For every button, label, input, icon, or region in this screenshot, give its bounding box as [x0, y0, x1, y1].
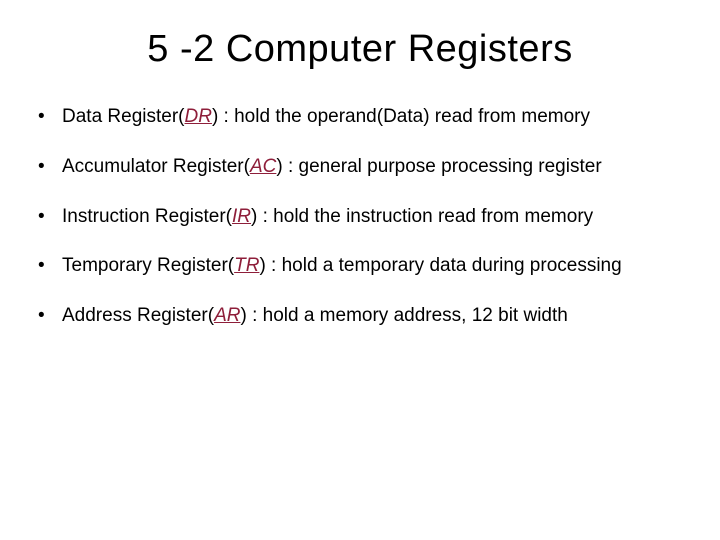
- bullet-pre: Address Register(: [62, 305, 214, 326]
- bullet-text: Data Register(DR) : hold the operand(Dat…: [62, 105, 684, 129]
- bullet-pre: Data Register(: [62, 106, 185, 127]
- list-item: • Accumulator Register(AC) : general pur…: [36, 155, 684, 179]
- bullet-text: Instruction Register(IR) : hold the inst…: [62, 205, 684, 229]
- register-abbr: AR: [214, 305, 240, 326]
- register-abbr: DR: [185, 106, 212, 127]
- bullet-pre: Accumulator Register(: [62, 156, 250, 177]
- list-item: • Temporary Register(TR) : hold a tempor…: [36, 254, 684, 278]
- list-item: • Address Register(AR) : hold a memory a…: [36, 304, 684, 328]
- bullet-pre: Temporary Register(: [62, 255, 234, 276]
- list-item: • Instruction Register(IR) : hold the in…: [36, 205, 684, 229]
- bullet-post: ) : hold a memory address, 12 bit width: [240, 305, 567, 326]
- register-abbr: IR: [232, 206, 251, 227]
- bullet-icon: •: [36, 304, 62, 328]
- bullet-text: Accumulator Register(AC) : general purpo…: [62, 155, 684, 179]
- slide: 5 -2 Computer Registers • Data Register(…: [0, 0, 720, 540]
- bullet-post: ) : hold a temporary data during process…: [259, 255, 621, 276]
- bullet-icon: •: [36, 155, 62, 179]
- list-item: • Data Register(DR) : hold the operand(D…: [36, 105, 684, 129]
- bullet-post: ) : general purpose processing register: [276, 156, 601, 177]
- register-abbr: TR: [234, 255, 259, 276]
- bullet-text: Address Register(AR) : hold a memory add…: [62, 304, 684, 328]
- bullet-icon: •: [36, 254, 62, 278]
- bullet-pre: Instruction Register(: [62, 206, 232, 227]
- bullet-icon: •: [36, 105, 62, 129]
- bullet-post: ) : hold the operand(Data) read from mem…: [212, 106, 590, 127]
- register-abbr: AC: [250, 156, 276, 177]
- bullet-icon: •: [36, 205, 62, 229]
- bullet-post: ) : hold the instruction read from memor…: [251, 206, 593, 227]
- bullet-text: Temporary Register(TR) : hold a temporar…: [62, 254, 684, 278]
- content-area: • Data Register(DR) : hold the operand(D…: [0, 79, 720, 328]
- slide-title: 5 -2 Computer Registers: [0, 0, 720, 79]
